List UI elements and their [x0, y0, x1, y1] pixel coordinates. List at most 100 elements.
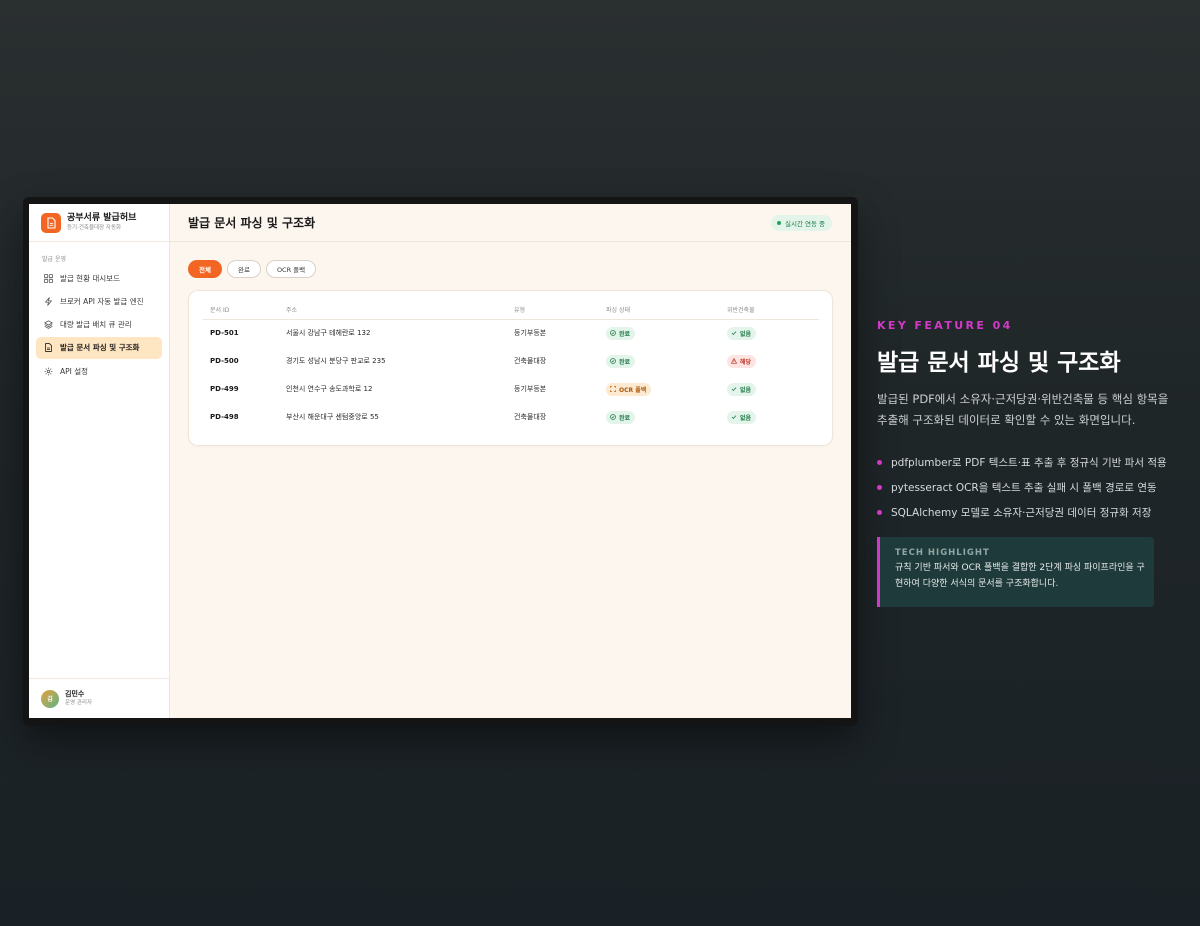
parse-status-badge: 완료 — [606, 354, 636, 368]
address-cell: 인천시 연수구 송도과학로 12 — [286, 385, 373, 393]
brand-title: 공부서류 발급허브 — [67, 213, 137, 223]
user-role: 운영 관리자 — [65, 700, 93, 706]
column-header-doc-id: 문서 ID — [203, 301, 286, 320]
parse-status-label: 완료 — [619, 414, 631, 422]
column-header-address: 주소 — [286, 301, 514, 320]
table-row[interactable]: PD-498 부산시 해운대구 센텀중앙로 55 건축물대장 완료 없음 — [203, 403, 819, 431]
violation-badge: 없음 — [727, 326, 757, 340]
doc-id-cell: PD-501 — [210, 329, 239, 338]
page-title: 발급 문서 파싱 및 구조화 — [188, 216, 316, 230]
address-cell: 경기도 성남시 분당구 판교로 235 — [286, 357, 386, 365]
sidebar-item-label: 발급 현황 대시보드 — [60, 273, 120, 283]
type-cell: 등기부등본 — [514, 329, 547, 338]
table-header-row: 문서 ID 주소 유형 파싱 상태 위반건축물 — [203, 301, 819, 320]
bullet-text: SQLAlchemy 모델로 소유자·근저당권 데이터 정규화 저장 — [891, 507, 1152, 519]
warning-triangle-icon — [731, 358, 737, 364]
parse-status-badge: OCR 폴백 — [606, 382, 652, 396]
check-circle-icon — [610, 414, 616, 420]
violation-label: 없음 — [740, 386, 752, 394]
violation-label: 해당 — [740, 358, 752, 366]
doc-id-cell: PD-498 — [210, 413, 239, 421]
type-cell: 등기부등본 — [514, 385, 547, 393]
live-status-label: 실시간 연동 중 — [784, 219, 825, 228]
bullet-dot-icon — [877, 510, 882, 515]
dashboard-grid-icon — [44, 273, 53, 283]
feature-kicker: KEY FEATURE 04 — [877, 319, 1013, 332]
app-window: 공부서류 발급허브 등기·건축물대장 자동화 발급 운영 발급 현황 대시보드 … — [29, 204, 851, 718]
bullet-text: pdfplumber로 PDF 텍스트·표 추출 후 정규식 기반 파서 적용 — [891, 457, 1167, 469]
parse-status-badge: 완료 — [606, 326, 636, 340]
column-header-type: 유형 — [514, 301, 606, 320]
sidebar-item-broker-api[interactable]: 브로커 API 자동 발급 엔진 — [36, 290, 162, 312]
check-circle-icon — [610, 330, 616, 337]
violation-label: 없음 — [740, 330, 752, 338]
filter-chip-ocr-fallback[interactable]: OCR 폴백 — [265, 260, 317, 278]
parse-status-label: 완료 — [619, 330, 631, 338]
sidebar-item-document-parsing[interactable]: 발급 문서 파싱 및 구조화 — [36, 336, 162, 359]
violation-badge: 없음 — [727, 410, 757, 424]
violation-badge: 없음 — [727, 382, 757, 396]
check-icon — [731, 387, 737, 391]
tech-highlight-text: 규칙 기반 파서와 OCR 폴백을 결합한 2단계 파싱 파이프라인을 구현하여… — [895, 563, 1145, 589]
list-item: pdfplumber로 PDF 텍스트·표 추출 후 정규식 기반 파서 적용 — [877, 450, 1167, 475]
check-icon — [731, 415, 737, 419]
bullet-dot-icon — [877, 460, 882, 465]
main-content: 발급 문서 파싱 및 구조화 실시간 연동 중 전체 완료 OCR 폴백 문서 … — [170, 204, 851, 718]
check-circle-icon — [610, 358, 616, 364]
nav-section-label: 발급 운영 — [42, 256, 66, 263]
lightning-icon — [45, 296, 52, 306]
parse-status-badge: 완료 — [606, 410, 636, 424]
sidebar-item-label: 발급 문서 파싱 및 구조화 — [60, 343, 140, 353]
filter-chip-all[interactable]: 전체 — [188, 260, 222, 278]
list-item: SQLAlchemy 모델로 소유자·근저당권 데이터 정규화 저장 — [877, 500, 1167, 525]
type-cell: 건축물대장 — [514, 413, 547, 421]
documents-table-card: 문서 ID 주소 유형 파싱 상태 위반건축물 PD-501 서울시 강남구 테… — [188, 290, 833, 446]
sidebar-item-batch-queue[interactable]: 대량 발급 배치 큐 관리 — [36, 314, 162, 336]
sidebar: 공부서류 발급허브 등기·건축물대장 자동화 발급 운영 발급 현황 대시보드 … — [29, 204, 170, 718]
avatar: 김 — [41, 689, 59, 708]
bullet-text: pytesseract OCR을 텍스트 추출 실패 시 폴백 경로로 연동 — [891, 482, 1157, 494]
sidebar-item-label: API 설정 — [60, 366, 89, 376]
scan-icon — [610, 386, 616, 392]
feature-description: 발급된 PDF에서 소유자·근저당권·위반건축물 등 핵심 항목을 추출해 구조… — [877, 392, 1169, 427]
check-icon — [731, 331, 737, 336]
user-profile[interactable]: 김 김민수 운영 관리자 — [29, 678, 169, 718]
sidebar-item-api-settings[interactable]: API 설정 — [36, 360, 162, 382]
violation-label: 없음 — [740, 414, 752, 422]
type-cell: 건축물대장 — [514, 357, 547, 365]
topbar: 발급 문서 파싱 및 구조화 실시간 연동 중 — [170, 204, 851, 242]
address-cell: 부산시 해운대구 센텀중앙로 55 — [286, 413, 379, 421]
feature-title: 발급 문서 파싱 및 구조화 — [877, 350, 1121, 376]
filter-chips: 전체 완료 OCR 폴백 — [170, 242, 851, 278]
list-item: pytesseract OCR을 텍스트 추출 실패 시 폴백 경로로 연동 — [877, 475, 1167, 500]
feature-bullet-list: pdfplumber로 PDF 텍스트·표 추출 후 정규식 기반 파서 적용 … — [877, 450, 1167, 525]
brand-subtitle: 등기·건축물대장 자동화 — [67, 225, 122, 231]
column-header-violation: 위반건축물 — [727, 301, 819, 320]
parse-status-label: OCR 폴백 — [619, 386, 647, 394]
sidebar-item-label: 브로커 API 자동 발급 엔진 — [60, 296, 144, 306]
document-icon — [45, 343, 52, 353]
tech-highlight-box: TECH HIGHLIGHT 규칙 기반 파서와 OCR 폴백을 결합한 2단계… — [877, 537, 1154, 607]
live-status-badge: 실시간 연동 중 — [770, 214, 832, 231]
column-header-parse-status: 파싱 상태 — [606, 301, 727, 320]
address-cell: 서울시 강남구 테헤란로 132 — [286, 329, 371, 338]
brand[interactable]: 공부서류 발급허브 등기·건축물대장 자동화 — [29, 204, 169, 242]
parse-status-label: 완료 — [619, 358, 631, 366]
table-row[interactable]: PD-500 경기도 성남시 분당구 판교로 235 건축물대장 완료 해당 — [203, 347, 819, 375]
gear-icon — [44, 367, 53, 376]
sidebar-item-label: 대량 발급 배치 큐 관리 — [60, 320, 132, 330]
bullet-dot-icon — [877, 485, 882, 490]
filter-chip-done[interactable]: 완료 — [226, 260, 261, 278]
table-row[interactable]: PD-501 서울시 강남구 테헤란로 132 등기부등본 완료 없음 — [203, 319, 819, 347]
user-name: 김민수 — [65, 690, 85, 698]
violation-badge: 해당 — [727, 354, 757, 368]
layers-icon — [44, 320, 53, 329]
tech-highlight-label: TECH HIGHLIGHT — [895, 548, 990, 558]
documents-table: 문서 ID 주소 유형 파싱 상태 위반건축물 PD-501 서울시 강남구 테… — [203, 301, 819, 431]
doc-id-cell: PD-500 — [210, 357, 239, 365]
sidebar-item-dashboard[interactable]: 발급 현황 대시보드 — [36, 267, 162, 289]
table-row[interactable]: PD-499 인천시 연수구 송도과학로 12 등기부등본 OCR 폴백 없음 — [203, 375, 819, 403]
document-logo-icon — [41, 212, 61, 233]
status-dot-icon — [776, 220, 781, 225]
doc-id-cell: PD-499 — [210, 385, 239, 393]
